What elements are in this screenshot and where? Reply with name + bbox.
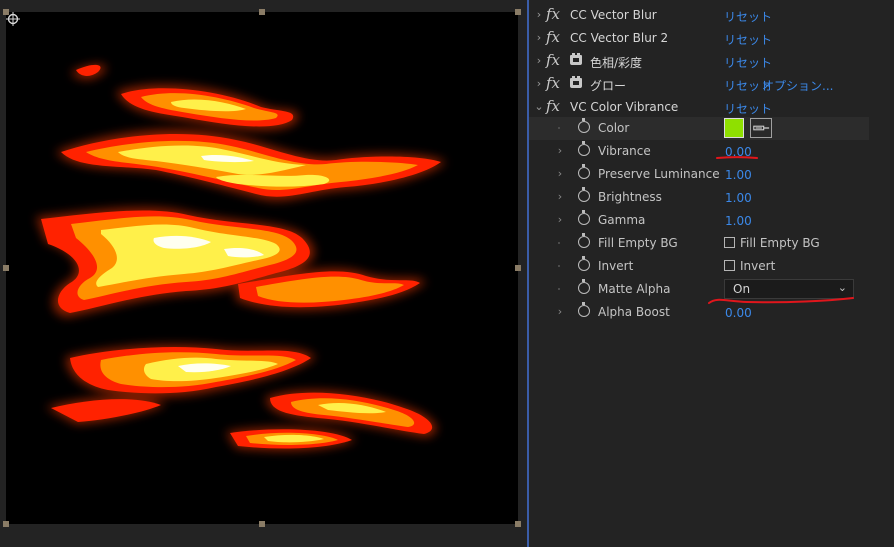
transform-handle-top[interactable] [259,9,265,15]
brightness-value[interactable]: 1.00 [725,191,752,205]
transform-handle-bottom[interactable] [259,521,265,527]
composition-canvas[interactable] [6,12,518,524]
stopwatch-icon[interactable] [578,302,590,317]
param-row-vibrance[interactable]: › Vibrance 0.00 [529,140,869,163]
fill-empty-bg-checkbox[interactable] [724,237,735,248]
effect-name: グロー [590,79,627,93]
twirl-collapsed-icon[interactable]: › [554,305,566,319]
vibrance-value[interactable]: 0.00 [725,145,752,159]
stopwatch-icon[interactable] [578,141,590,156]
effect-row-vc-color-vibrance[interactable]: ⌄ fx VC Color Vibrance リセット [529,96,869,119]
twirl-collapsed-icon[interactable]: › [533,77,545,91]
dot-marker [558,242,560,244]
fx-icon[interactable]: fx [546,28,560,46]
param-label: Gamma [598,213,646,227]
matte-alpha-dropdown[interactable]: On ⌄ [724,279,854,299]
composition-viewer[interactable] [0,0,527,547]
dot-marker [558,288,560,290]
reset-link[interactable]: リセット [724,31,772,48]
param-label: Invert [598,259,634,273]
twirl-expanded-icon[interactable]: ⌄ [533,100,545,114]
transform-handle-top-right[interactable] [515,9,521,15]
stopwatch-icon[interactable] [578,279,590,294]
invert-checkbox[interactable] [724,260,735,271]
twirl-collapsed-icon[interactable]: › [554,167,566,181]
effect-name: 色相/彩度 [590,56,643,70]
effect-preset-icon [570,76,582,88]
param-row-brightness[interactable]: › Brightness 1.00 [529,186,869,209]
chevron-down-icon: ⌄ [837,281,847,294]
checkbox-label[interactable]: Invert [740,259,775,273]
twirl-collapsed-icon[interactable]: › [554,213,566,227]
transform-handle-bottom-right[interactable] [515,521,521,527]
gamma-value[interactable]: 1.00 [725,214,752,228]
transform-handle-left[interactable] [3,265,9,271]
eyedropper-icon[interactable] [750,118,772,138]
effect-row-glow[interactable]: › fx グロー リセット オプション... [529,73,869,96]
param-label: Vibrance [598,144,651,158]
twirl-collapsed-icon[interactable]: › [533,54,545,68]
param-row-fill-empty-bg[interactable]: Fill Empty BG Fill Empty BG [529,232,869,255]
alpha-boost-value[interactable]: 0.00 [725,306,752,320]
fx-icon[interactable]: fx [546,5,560,23]
effect-controls-panel: › fx CC Vector Blur リセット › fx CC Vector … [529,0,894,547]
stopwatch-icon[interactable] [578,233,590,248]
effect-name: VC Color Vibrance [570,100,679,114]
effect-name: CC Vector Blur [570,8,657,22]
twirl-collapsed-icon[interactable]: › [554,144,566,158]
param-label: Brightness [598,190,662,204]
dot-marker [558,265,560,267]
twirl-collapsed-icon[interactable]: › [554,190,566,204]
fx-icon[interactable]: fx [546,97,560,115]
fx-icon[interactable]: fx [546,51,560,69]
param-label: Preserve Luminance [598,167,720,181]
effect-row-cc-vector-blur[interactable]: › fx CC Vector Blur リセット [529,4,869,27]
effect-preset-icon [570,53,582,65]
dropdown-value: On [733,282,751,296]
param-label: Color [598,121,630,135]
stopwatch-icon[interactable] [578,210,590,225]
param-label: Fill Empty BG [598,236,678,250]
stopwatch-icon[interactable] [578,256,590,271]
reset-link[interactable]: リセット [724,100,772,117]
effect-row-cc-vector-blur-2[interactable]: › fx CC Vector Blur 2 リセット [529,27,869,50]
transform-handle-top-left[interactable] [3,9,9,15]
color-swatch[interactable] [724,118,744,138]
param-row-matte-alpha[interactable]: Matte Alpha On ⌄ [529,278,869,301]
reset-link[interactable]: リセット [724,54,772,71]
param-row-alpha-boost[interactable]: › Alpha Boost 0.00 [529,301,869,324]
effect-row-hue-saturation[interactable]: › fx 色相/彩度 リセット [529,50,869,73]
stopwatch-icon[interactable] [578,118,590,133]
checkbox-label[interactable]: Fill Empty BG [740,236,820,250]
reset-link[interactable]: リセット [724,8,772,25]
transform-handle-bottom-left[interactable] [3,521,9,527]
twirl-collapsed-icon[interactable]: › [533,31,545,45]
transform-handle-right[interactable] [515,265,521,271]
param-label: Matte Alpha [598,282,671,296]
dot-marker [558,127,560,129]
param-row-invert[interactable]: Invert Invert [529,255,869,278]
lava-layer-image [36,64,446,451]
param-row-preserve-luminance[interactable]: › Preserve Luminance 1.00 [529,163,869,186]
options-link[interactable]: オプション... [762,77,833,94]
stopwatch-icon[interactable] [578,187,590,202]
param-row-color[interactable]: Color [529,117,869,140]
param-row-gamma[interactable]: › Gamma 1.00 [529,209,869,232]
effect-name: CC Vector Blur 2 [570,31,669,45]
param-label: Alpha Boost [598,305,670,319]
preserve-luminance-value[interactable]: 1.00 [725,168,752,182]
fx-icon[interactable]: fx [546,74,560,92]
stopwatch-icon[interactable] [578,164,590,179]
twirl-collapsed-icon[interactable]: › [533,8,545,22]
